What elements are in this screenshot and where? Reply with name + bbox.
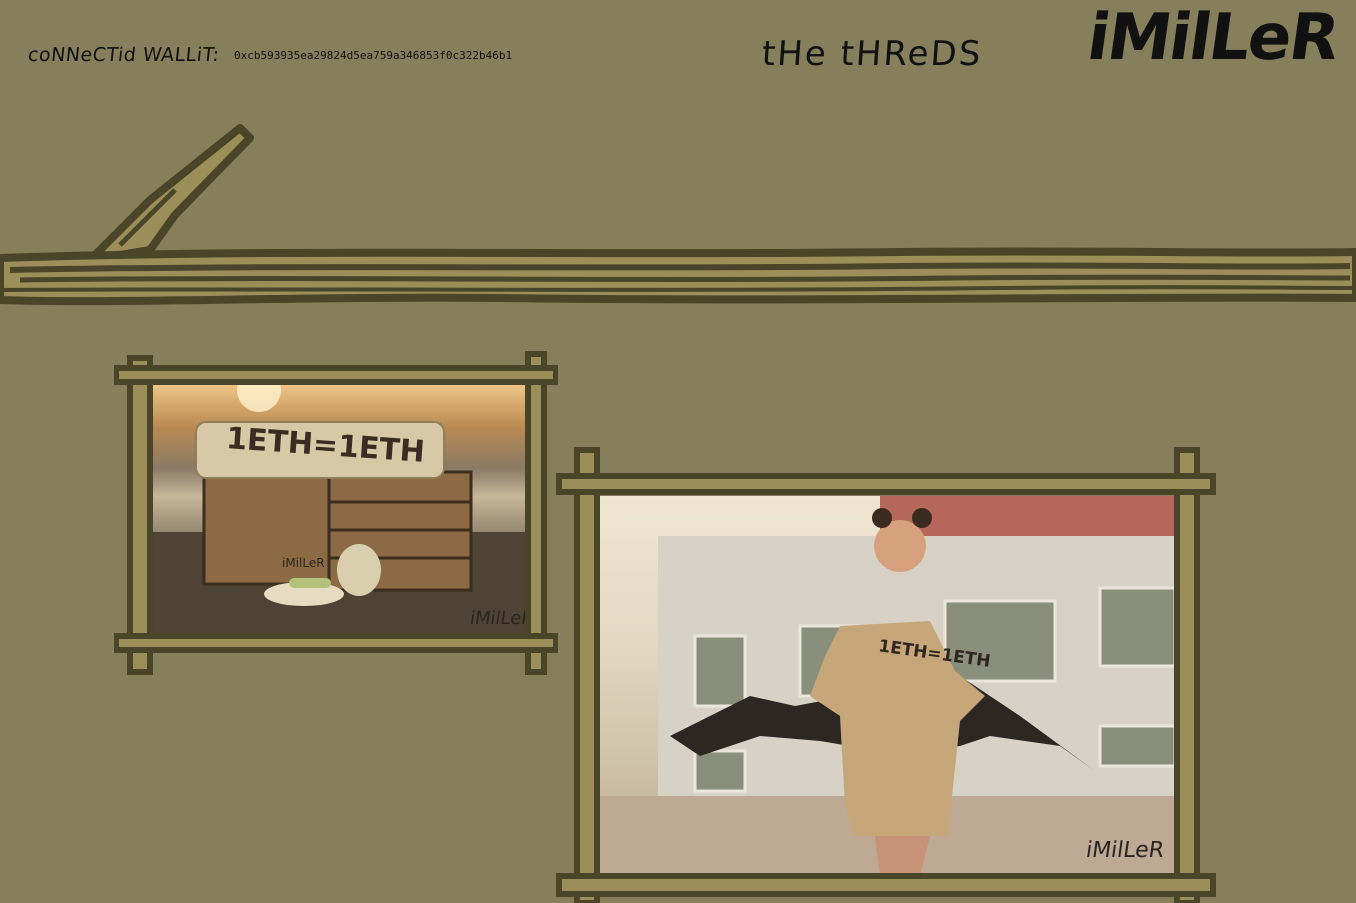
wallet-address: 0xcb593935ea29824d5ea759a346853f0c322b46… [234, 49, 513, 62]
photo-frame-1 [114, 351, 558, 675]
page-title: tHe tHReDS [760, 34, 984, 74]
photo-frame-2 [556, 447, 1216, 903]
branch-divider [0, 124, 1356, 306]
connected-wallet-label: coNNeCTid WALLiT: [26, 44, 221, 66]
brand-logo[interactable]: iMilLeR [1083, 1, 1342, 75]
